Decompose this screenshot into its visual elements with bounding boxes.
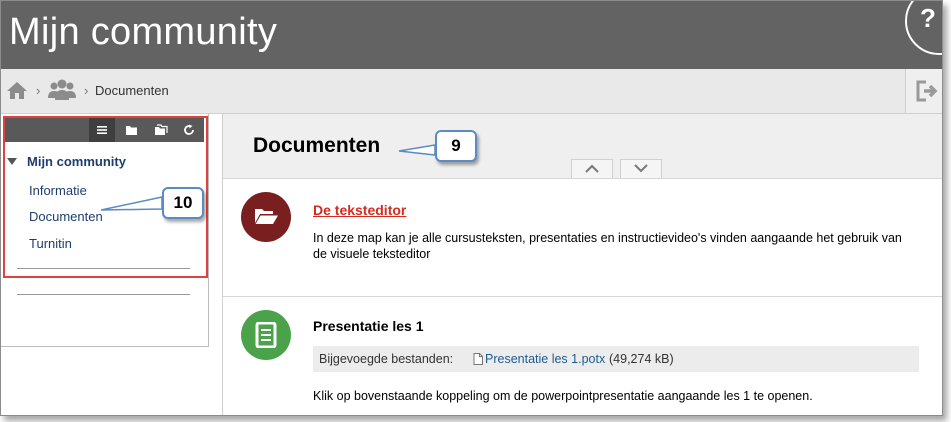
callout-10: 10 [162,187,204,219]
app-window: Mijn community ? › › Documenten Mijn com… [0,0,943,416]
callout-9: 9 [435,130,477,162]
callout-pointers [100,144,436,211]
